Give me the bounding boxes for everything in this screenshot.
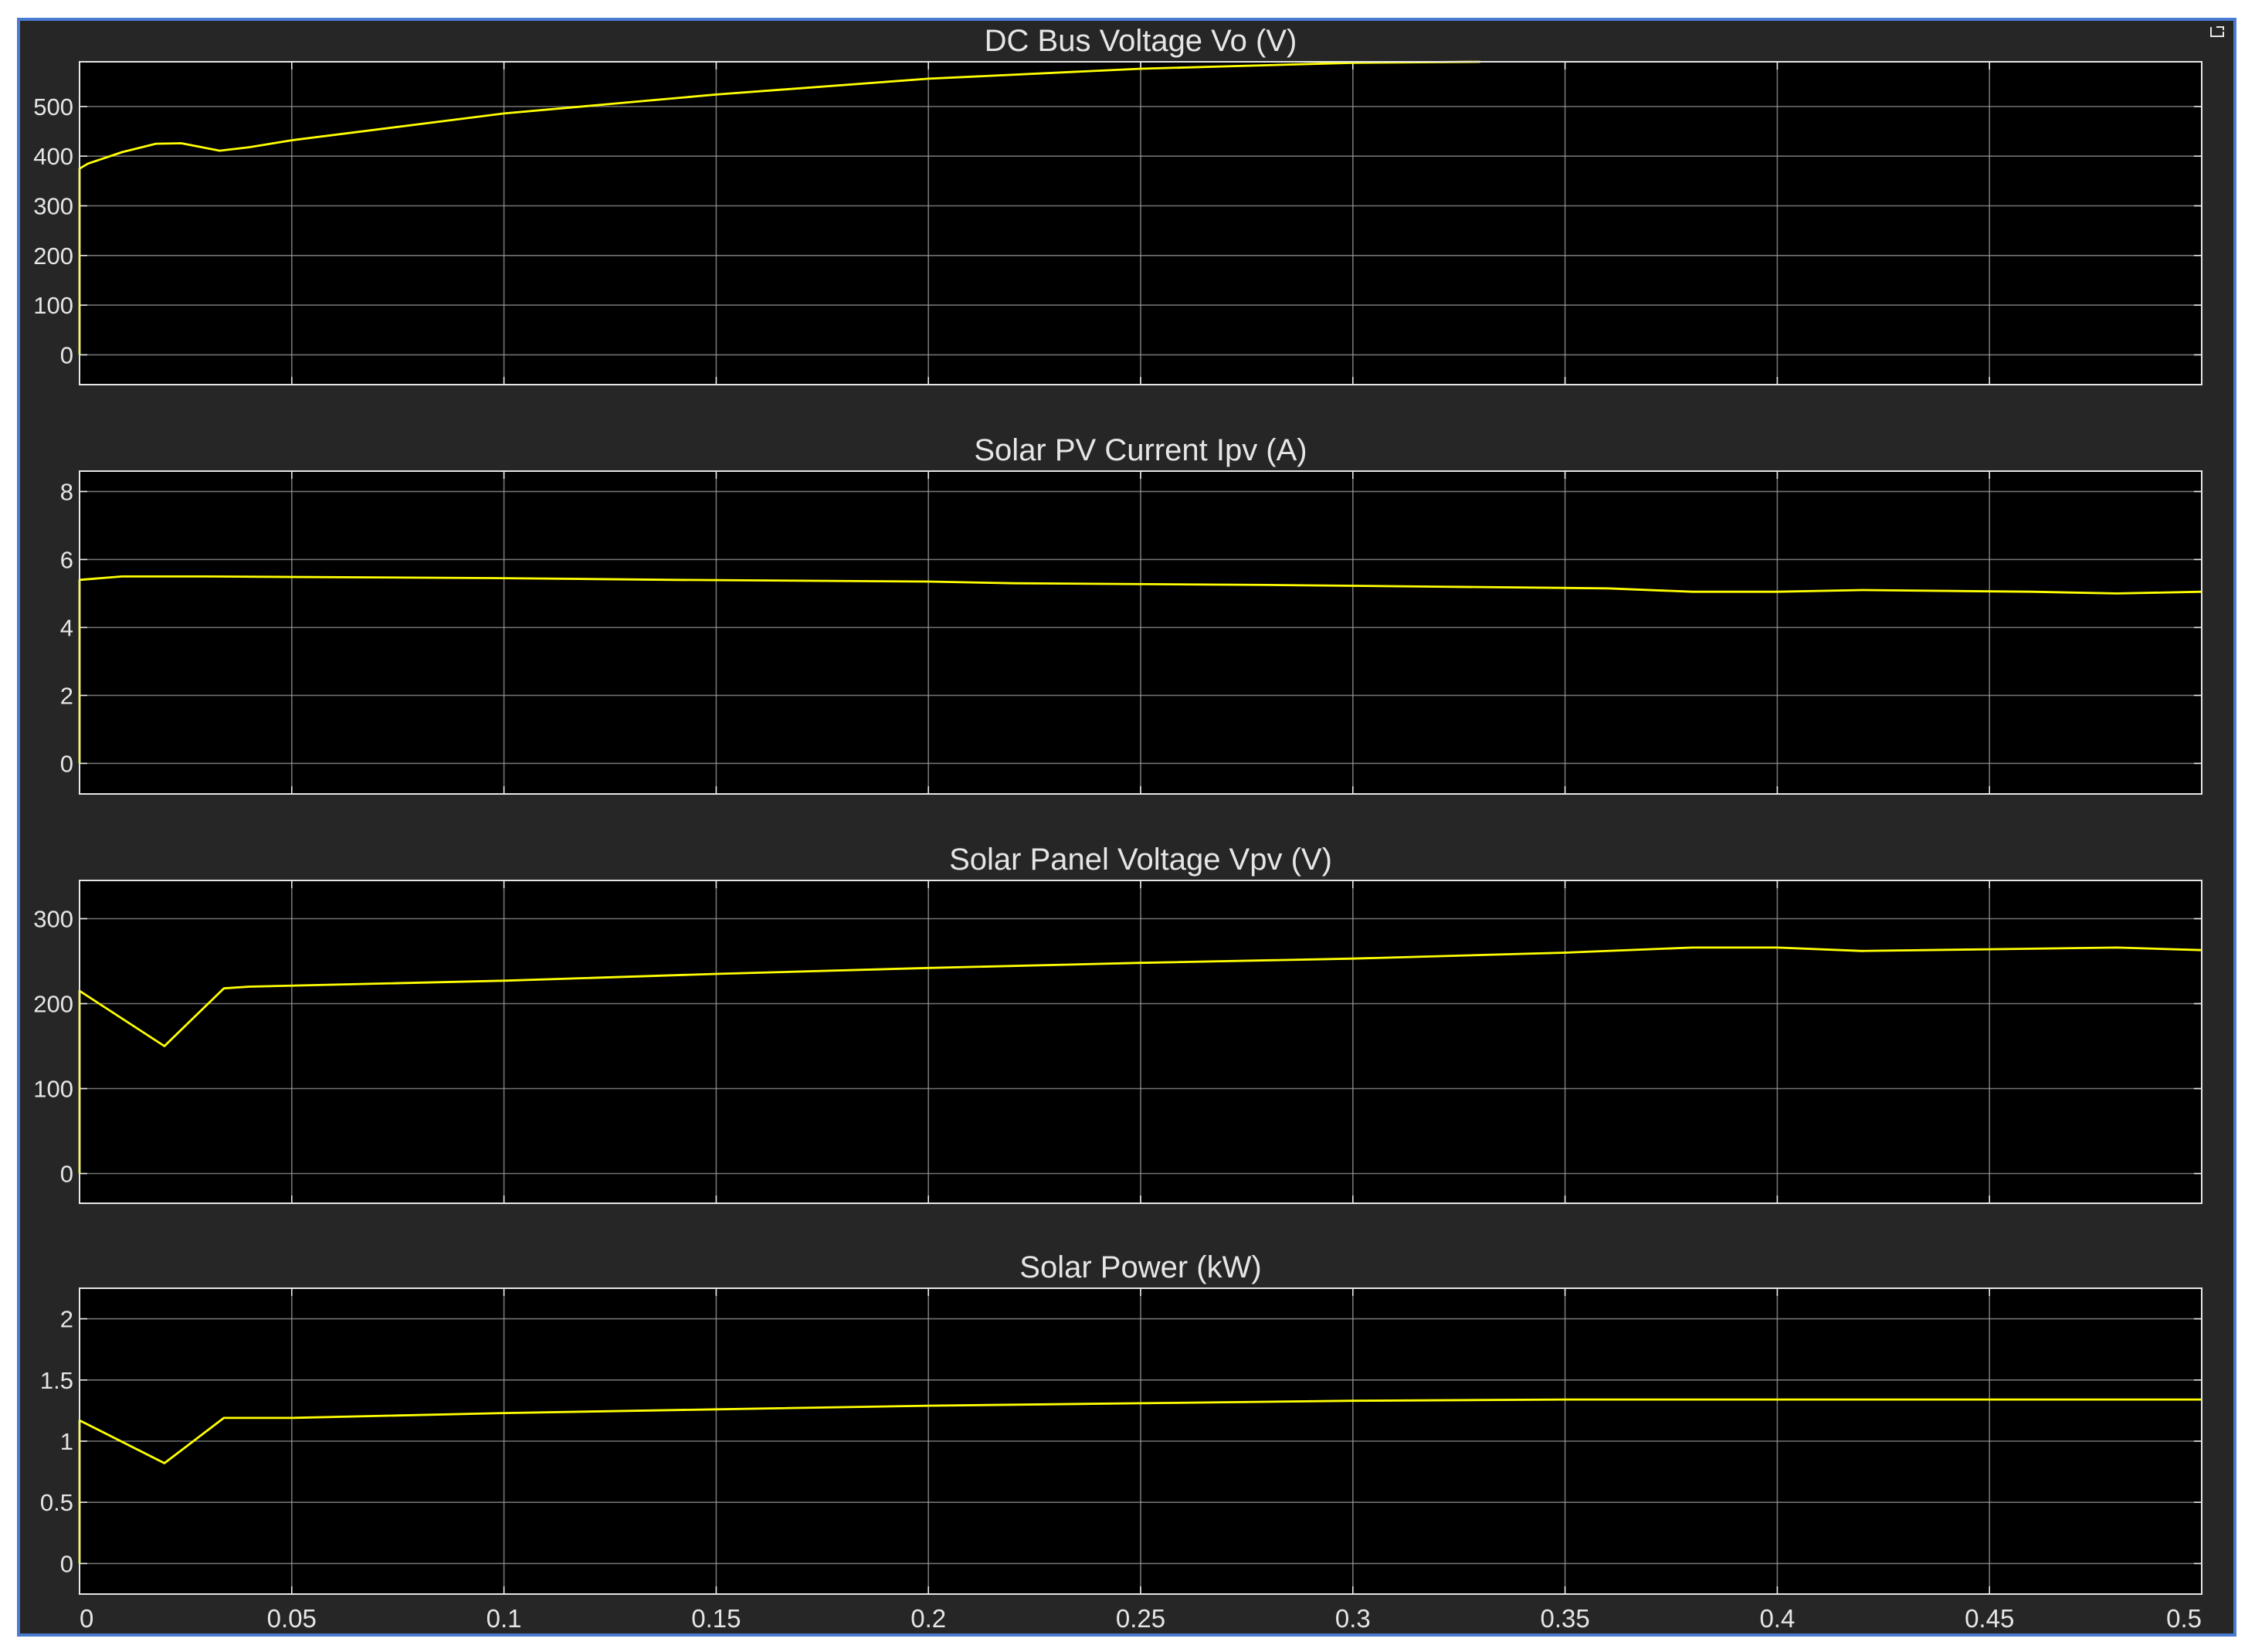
x-tick-label: 0.25	[1116, 1604, 1165, 1633]
subplot-title: Solar PV Current Ipv (A)	[974, 433, 1307, 467]
x-tick-label: 0.3	[1335, 1604, 1371, 1633]
y-tick-label: 4	[60, 614, 73, 641]
subplot-4: 0 0.5 1 1.5 2 Solar Power (kW) 0 0.05 0.1 0.15 0.2…	[40, 1250, 2202, 1633]
y-tick-label: 0	[60, 341, 73, 368]
x-tick-label: 0.4	[1759, 1604, 1795, 1633]
subplot-3: 0 100 200 300 Solar Panel Voltage Vpv (V)	[33, 843, 2202, 1204]
x-tick-label: 0.35	[1540, 1604, 1589, 1633]
y-tick-label: 400	[33, 143, 73, 170]
y-tick-label: 0	[60, 1161, 73, 1188]
y-tick-label: 8	[60, 478, 73, 505]
y-tick-label: 1	[60, 1428, 73, 1455]
y-tick-label: 100	[33, 292, 73, 319]
subplot-title: Solar Panel Voltage Vpv (V)	[949, 843, 1332, 877]
scope-plots: 0100200300400500DC Bus Voltage Vo (V)024…	[33, 24, 2202, 1633]
y-tick-label: 0	[60, 750, 73, 777]
x-tick-label: 0.15	[691, 1604, 741, 1633]
x-tick-label: 0.2	[910, 1604, 946, 1633]
subplot-title: DC Bus Voltage Vo (V)	[985, 24, 1297, 58]
x-tick-label: 0.05	[267, 1604, 317, 1633]
y-tick-label: 200	[33, 991, 73, 1018]
y-tick-label: 300	[33, 906, 73, 933]
y-tick-label: 2	[60, 1306, 73, 1333]
y-tick-label: 2	[60, 682, 73, 709]
x-tick-label: 0.1	[487, 1604, 522, 1633]
y-tick-label: 200	[33, 243, 73, 270]
y-tick-label: 0.5	[40, 1489, 73, 1516]
y-tick-label: 100	[33, 1076, 73, 1103]
x-tick-label: 0.5	[2166, 1604, 2202, 1633]
subplot-2: 0 2 4 6 8 Solar PV Current Ipv (A)	[60, 433, 2202, 795]
x-tick-label: 0	[80, 1604, 93, 1633]
subplot-1: 0 100 200 300 400 500 DC Bus Voltage Vo (V)	[33, 24, 2202, 385]
subplot-title: Solar Power (kW)	[1019, 1250, 1261, 1284]
y-tick-label: 1.5	[40, 1367, 73, 1394]
y-tick-label: 500	[33, 93, 73, 120]
y-tick-label: 0	[60, 1550, 73, 1577]
y-tick-label: 6	[60, 546, 73, 573]
y-tick-label: 300	[33, 192, 73, 219]
x-tick-label: 0.45	[1965, 1604, 2014, 1633]
